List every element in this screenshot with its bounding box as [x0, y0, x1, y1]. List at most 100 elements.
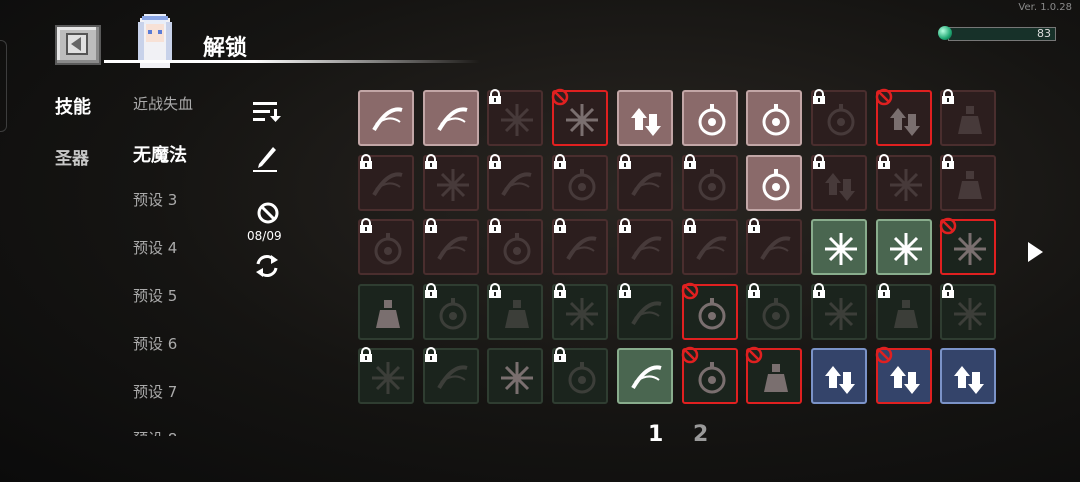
- preset-item-2[interactable]: 无魔法: [133, 141, 187, 167]
- sort-icon[interactable]: [253, 101, 281, 123]
- skill-slot[interactable]: [617, 348, 673, 404]
- skill-slot[interactable]: [487, 154, 543, 211]
- skill-slot[interactable]: [358, 218, 414, 275]
- slash-swirl-icon: [372, 107, 403, 132]
- arrow-swap-icon: [631, 108, 661, 136]
- skill-slot[interactable]: [746, 283, 802, 340]
- dagger-rain-icon: [825, 173, 855, 201]
- skill-slot[interactable]: [811, 89, 867, 146]
- skill-slot[interactable]: [552, 218, 608, 275]
- skill-slot[interactable]: [876, 283, 932, 340]
- ban-count: 08/09: [247, 229, 282, 243]
- skill-slot[interactable]: [811, 219, 867, 275]
- skill-slot[interactable]: [358, 347, 414, 404]
- skill-slot[interactable]: [682, 90, 738, 146]
- preset-list[interactable]: 近战失血 无魔法 预设 3 预设 4 预设 5 预设 6 预设 7 预设 8: [0, 0, 220, 436]
- skill-slot[interactable]: [811, 348, 867, 404]
- lock-icon: [489, 154, 501, 169]
- preset-item-5[interactable]: 预设 5: [133, 285, 177, 306]
- lock-icon: [360, 154, 372, 169]
- lock-icon: [554, 283, 566, 298]
- skill-slot[interactable]: [552, 347, 608, 404]
- refresh-icon[interactable]: [253, 252, 281, 280]
- ring-slash-icon: [762, 298, 790, 330]
- ban-icon[interactable]: [256, 201, 280, 225]
- gem-currency-bar: 83: [938, 24, 1058, 42]
- lock-icon: [748, 283, 760, 298]
- skill-slot[interactable]: [423, 347, 479, 404]
- version-label: Ver. 1.0.28: [1018, 2, 1072, 13]
- skill-slot[interactable]: [423, 90, 479, 146]
- skill-slot[interactable]: [617, 154, 673, 211]
- skill-slot[interactable]: [940, 283, 996, 340]
- skill-slot[interactable]: [617, 90, 673, 146]
- skill-slot[interactable]: [940, 89, 996, 146]
- skill-slot[interactable]: [746, 90, 802, 146]
- skill-slot[interactable]: [682, 218, 738, 275]
- preset-item-8[interactable]: 预设 8: [133, 428, 177, 436]
- skill-slot[interactable]: [551, 88, 608, 146]
- broken-link-icon: [954, 233, 986, 265]
- skill-slot[interactable]: [487, 283, 543, 340]
- gem-icon: [938, 26, 952, 40]
- snowflake-orb-icon: [698, 104, 726, 136]
- banned-icon: [551, 88, 569, 106]
- skill-slot[interactable]: [876, 154, 932, 211]
- skill-slot[interactable]: [358, 284, 414, 340]
- skill-slot[interactable]: [811, 154, 867, 211]
- preset-item-4[interactable]: 预设 4: [133, 237, 177, 258]
- preset-item-6[interactable]: 预设 6: [133, 333, 177, 354]
- next-page-arrow-icon[interactable]: [1028, 242, 1043, 262]
- skill-slot[interactable]: [940, 348, 996, 404]
- biohazard-icon: [566, 298, 598, 330]
- lock-icon: [489, 218, 501, 233]
- lock-icon: [489, 283, 501, 298]
- skill-slot[interactable]: [875, 88, 932, 146]
- skill-slot[interactable]: [681, 282, 738, 340]
- lock-icon: [942, 283, 954, 298]
- skull-bones-icon: [958, 106, 982, 134]
- lock-icon: [425, 218, 437, 233]
- edit-pen-icon[interactable]: [253, 145, 279, 173]
- spear-icon: [631, 236, 662, 261]
- skill-slot[interactable]: [745, 346, 802, 404]
- lock-icon: [813, 154, 825, 169]
- skill-slot[interactable]: [487, 348, 543, 404]
- skill-slot[interactable]: [617, 283, 673, 340]
- lock-icon: [942, 89, 954, 104]
- skill-slot[interactable]: [681, 346, 738, 404]
- cross-graves-icon: [825, 298, 857, 330]
- skill-slot[interactable]: [423, 283, 479, 340]
- skill-slot[interactable]: [939, 217, 996, 275]
- skill-slot[interactable]: [617, 218, 673, 275]
- lock-icon: [684, 218, 696, 233]
- skill-slot[interactable]: [358, 90, 414, 146]
- page-1-button[interactable]: 1: [648, 422, 663, 447]
- bat-wings-icon: [894, 300, 918, 328]
- skill-slot[interactable]: [746, 155, 802, 211]
- skill-slot[interactable]: [552, 283, 608, 340]
- skill-slot[interactable]: [423, 154, 479, 211]
- skill-slot[interactable]: [487, 89, 543, 146]
- preset-item-7[interactable]: 预设 7: [133, 381, 177, 402]
- lock-icon: [813, 89, 825, 104]
- skill-slot[interactable]: [682, 154, 738, 211]
- skill-slot[interactable]: [811, 283, 867, 340]
- skill-slot[interactable]: [940, 154, 996, 211]
- skill-slot[interactable]: [358, 154, 414, 211]
- flame-orb-icon: [762, 104, 790, 136]
- skill-slot[interactable]: [746, 218, 802, 275]
- cloud-burst-icon: [890, 169, 922, 201]
- preset-item-1[interactable]: 近战失血: [133, 93, 193, 114]
- page-2-button[interactable]: 2: [693, 422, 708, 447]
- banned-icon: [681, 346, 699, 364]
- skill-slot[interactable]: [875, 346, 932, 404]
- skill-slot[interactable]: [423, 218, 479, 275]
- arrow-rain-icon: [890, 108, 920, 136]
- preset-item-3[interactable]: 预设 3: [133, 189, 177, 210]
- target-spark-icon: [568, 169, 596, 201]
- skill-slot[interactable]: [876, 219, 932, 275]
- lock-icon: [425, 347, 437, 362]
- skill-slot[interactable]: [487, 218, 543, 275]
- skill-slot[interactable]: [552, 154, 608, 211]
